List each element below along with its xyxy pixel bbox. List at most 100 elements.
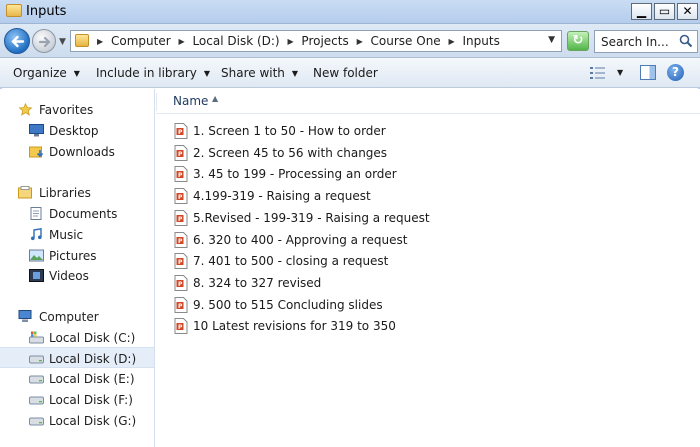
new-folder-button[interactable]: New folder: [313, 66, 378, 80]
music-icon: [31, 228, 42, 241]
breadcrumb-item-inputs[interactable]: Inputs: [463, 34, 500, 48]
recent-pages-chevron-down-icon[interactable]: ▼: [59, 37, 66, 47]
command-bar: Organize ▼ Include in library ▼ Share with…: [0, 58, 700, 88]
search-icon[interactable]: [679, 34, 693, 48]
file-row[interactable]: P 4.199-319 - Raising a request: [172, 186, 432, 206]
file-row[interactable]: P 2. Screen 45 to 56 with changes: [172, 143, 432, 163]
file-row[interactable]: P 10 Latest revisions for 319 to 350: [172, 316, 432, 336]
nav-item-downloads[interactable]: Downloads: [0, 141, 154, 162]
search-input[interactable]: Search In...: [594, 30, 698, 53]
file-row[interactable]: P 9. 500 to 515 Concluding slides: [172, 295, 432, 315]
column-header-name[interactable]: Name: [173, 94, 208, 108]
nav-label: Computer: [39, 310, 99, 324]
svg-text:P: P: [178, 194, 183, 201]
file-row[interactable]: P 6. 320 to 400 - Approving a request: [172, 230, 432, 250]
file-name: 10 Latest revisions for 319 to 350: [193, 319, 396, 334]
maximize-button[interactable]: ▭: [654, 3, 675, 20]
nav-item-local-disk-g[interactable]: Local Disk (G:): [0, 410, 154, 431]
nav-item-computer[interactable]: Computer: [0, 306, 154, 327]
nav-item-local-disk-d[interactable]: Local Disk (D:): [0, 347, 154, 368]
breadcrumb-separator-icon[interactable]: ▶: [357, 37, 363, 46]
powerpoint-file-icon: P: [174, 253, 188, 270]
chevron-down-icon: ▼: [291, 69, 299, 78]
svg-text:P: P: [178, 324, 183, 331]
file-name: 4.199-319 - Raising a request: [193, 189, 371, 204]
share-label: Share with: [221, 66, 285, 80]
preview-pane-icon[interactable]: [640, 65, 656, 80]
file-row[interactable]: P 1. Screen 1 to 50 - How to order: [172, 121, 432, 141]
chevron-down-icon: ▼: [73, 69, 80, 78]
powerpoint-file-icon: P: [174, 209, 188, 226]
svg-text:P: P: [178, 150, 183, 157]
file-list: Name ▲ P 1. Screen 1 to 50 - How to order…: [156, 89, 700, 447]
breadcrumb-item-computer[interactable]: Computer: [111, 34, 171, 48]
nav-item-videos[interactable]: Videos: [0, 265, 154, 286]
nav-item-pictures[interactable]: Pictures: [0, 245, 154, 266]
column-header-bar: Name ▲: [156, 89, 700, 114]
refresh-button[interactable]: ↻: [567, 31, 589, 51]
forward-button[interactable]: [32, 29, 56, 53]
address-row: ▼ ▶ Computer ▶ Local Disk (D:) ▶ Project…: [0, 24, 700, 58]
file-name: 7. 401 to 500 - closing a request: [193, 254, 389, 269]
nav-label: Videos: [49, 269, 89, 283]
nav-label: Documents: [49, 207, 118, 221]
nav-label: Desktop: [49, 124, 99, 138]
svg-text:P: P: [178, 281, 183, 288]
include-in-library-button[interactable]: Include in library ▼: [96, 66, 210, 80]
address-history-chevron-down-icon[interactable]: ▼: [548, 35, 555, 45]
nav-item-documents[interactable]: Documents: [0, 203, 154, 224]
nav-label: Local Disk (E:): [49, 372, 135, 386]
change-view-icon[interactable]: [589, 66, 607, 80]
nav-item-music[interactable]: Music: [0, 224, 154, 245]
file-name: 1. Screen 1 to 50 - How to order: [193, 124, 386, 138]
breadcrumb-item-local-disk-d[interactable]: Local Disk (D:): [192, 34, 279, 48]
star-icon: [18, 103, 33, 116]
address-bar[interactable]: ▶ Computer ▶ Local Disk (D:) ▶ Projects …: [70, 30, 562, 52]
column-divider: [156, 93, 157, 111]
videos-icon: [29, 269, 44, 282]
nav-item-local-disk-e[interactable]: Local Disk (E:): [0, 368, 154, 389]
back-button[interactable]: [4, 28, 30, 54]
organize-button[interactable]: Organize ▼: [13, 66, 80, 80]
breadcrumb-separator-icon[interactable]: ▶: [178, 37, 184, 46]
nav-item-local-disk-f[interactable]: Local Disk (F:): [0, 389, 154, 410]
breadcrumb-separator-icon[interactable]: ▶: [97, 37, 103, 46]
window-title: Inputs: [26, 4, 67, 19]
close-button[interactable]: ✕: [677, 3, 698, 20]
file-row[interactable]: P 7. 401 to 500 - closing a request: [172, 251, 432, 271]
file-name: 9. 500 to 515 Concluding slides: [193, 297, 383, 312]
nav-label: Local Disk (C:): [49, 331, 136, 345]
hard-drive-icon: [29, 396, 44, 405]
file-row[interactable]: P 3. 45 to 199 - Processing an order: [172, 164, 432, 184]
powerpoint-file-icon: P: [174, 231, 188, 248]
breadcrumb-item-course-one[interactable]: Course One: [371, 34, 441, 48]
file-row[interactable]: P 5.Revised - 199-319 - Raising a request: [172, 208, 432, 228]
breadcrumb-item-projects[interactable]: Projects: [301, 34, 348, 48]
computer-icon: [18, 310, 32, 322]
forward-arrow-icon: [38, 36, 51, 48]
powerpoint-file-icon: P: [174, 318, 188, 335]
view-options-chevron-down-icon[interactable]: ▼: [617, 68, 623, 77]
share-with-button[interactable]: Share with ▼: [221, 66, 298, 80]
powerpoint-file-icon: P: [174, 274, 188, 291]
file-name: 5.Revised - 199-319 - Raising a request: [193, 210, 430, 225]
svg-text:P: P: [178, 302, 183, 309]
hard-drive-icon: [29, 375, 44, 384]
pictures-icon: [29, 249, 44, 262]
nav-item-libraries[interactable]: Libraries: [0, 182, 154, 203]
file-name: 2. Screen 45 to 56 with changes: [193, 145, 388, 160]
nav-label: Local Disk (F:): [49, 393, 133, 407]
file-row[interactable]: P 8. 324 to 327 revised: [172, 273, 432, 293]
hard-drive-icon: [29, 355, 44, 364]
file-name: 3. 45 to 199 - Processing an order: [193, 167, 397, 182]
nav-item-local-disk-c[interactable]: Local Disk (C:): [0, 327, 154, 348]
file-name: 6. 320 to 400 - Approving a request: [193, 232, 408, 247]
nav-label: Local Disk (D:): [49, 352, 137, 366]
minimize-button[interactable]: ▁: [631, 3, 652, 20]
nav-item-favorites[interactable]: Favorites: [0, 99, 154, 120]
breadcrumb-separator-icon[interactable]: ▶: [449, 37, 455, 46]
breadcrumb-separator-icon[interactable]: ▶: [287, 37, 293, 46]
help-icon[interactable]: ?: [667, 64, 684, 81]
nav-item-desktop[interactable]: Desktop: [0, 120, 154, 141]
nav-label: Downloads: [49, 145, 115, 159]
